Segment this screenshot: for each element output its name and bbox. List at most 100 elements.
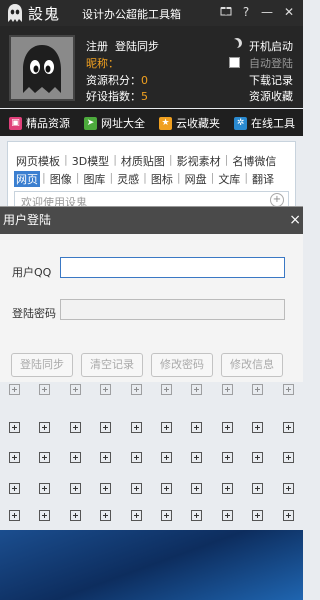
add-slot-icon[interactable] <box>9 452 20 463</box>
add-slot-icon[interactable] <box>252 483 263 494</box>
avatar[interactable] <box>9 35 75 101</box>
tab-library[interactable]: 文库 <box>216 171 242 187</box>
add-slot-icon[interactable] <box>252 452 263 463</box>
add-slot-icon[interactable] <box>252 422 263 433</box>
qq-input[interactable] <box>60 257 285 278</box>
tab-blogs[interactable]: 名博微信 <box>230 153 278 169</box>
add-slot-icon[interactable] <box>191 483 202 494</box>
add-slot-icon[interactable] <box>222 422 233 433</box>
add-slot-icon[interactable] <box>70 384 81 395</box>
points-value: 0 <box>141 74 148 87</box>
password-label: 登陆密码 <box>12 307 56 320</box>
add-slot-icon[interactable] <box>131 384 142 395</box>
add-slot-icon[interactable] <box>9 510 20 521</box>
add-slot-icon[interactable] <box>70 422 81 433</box>
tab-video-assets[interactable]: 影视素材 <box>175 153 223 169</box>
nav-cloud-favorites[interactable]: ★ 云收藏夹 <box>159 115 220 131</box>
gift-icon[interactable] <box>218 4 234 20</box>
resource-favorites-link[interactable]: 资源收藏 <box>249 88 293 104</box>
add-slot-icon[interactable] <box>222 384 233 395</box>
gear-icon: ✲ <box>234 116 247 130</box>
score-value: 5 <box>141 90 148 103</box>
dialog-close-button[interactable]: × <box>289 207 301 234</box>
add-icon[interactable]: + <box>270 193 284 207</box>
add-slot-icon[interactable] <box>39 483 50 494</box>
tab-gallery[interactable]: 图库 <box>81 171 107 187</box>
add-slot-icon[interactable] <box>9 384 20 395</box>
tab-3d-models[interactable]: 3D模型 <box>70 153 111 169</box>
main-nav: ▣ 精品资源 ➤ 网址大全 ★ 云收藏夹 ✲ 在线工具 <box>0 109 303 136</box>
add-slot-icon[interactable] <box>191 452 202 463</box>
add-slot-icon[interactable] <box>222 452 233 463</box>
add-slot-icon[interactable] <box>131 510 142 521</box>
add-slot-icon[interactable] <box>9 483 20 494</box>
add-slot-icon[interactable] <box>222 483 233 494</box>
add-slot-icon[interactable] <box>39 384 50 395</box>
paper-plane-icon: ➤ <box>84 116 97 130</box>
add-slot-icon[interactable] <box>161 384 172 395</box>
tab-netdisk[interactable]: 网盘 <box>183 171 209 187</box>
add-slot-icon[interactable] <box>283 483 294 494</box>
add-slot-icon[interactable] <box>39 452 50 463</box>
moon-icon <box>229 39 239 49</box>
background-image <box>0 530 303 600</box>
register-link[interactable]: 注册 <box>86 38 108 54</box>
add-slot-icon[interactable] <box>161 452 172 463</box>
star-icon: ★ <box>159 116 172 130</box>
minimize-button[interactable]: — <box>259 4 275 20</box>
add-slot-icon[interactable] <box>70 483 81 494</box>
login-sync-button[interactable]: 登陆同步 <box>11 353 73 377</box>
close-button[interactable]: ✕ <box>281 4 297 20</box>
add-slot-icon[interactable] <box>283 422 294 433</box>
add-slot-icon[interactable] <box>161 422 172 433</box>
tab-web-templates[interactable]: 网页模板 <box>14 153 62 169</box>
add-slot-icon[interactable] <box>70 452 81 463</box>
add-slot-icon[interactable] <box>100 384 111 395</box>
tab-images[interactable]: 图像 <box>48 171 74 187</box>
score-label: 好设指数：5 <box>86 90 148 103</box>
tab-translate[interactable]: 翻译 <box>250 171 276 187</box>
add-slot-icon[interactable] <box>252 384 263 395</box>
add-slot-icon[interactable] <box>191 510 202 521</box>
add-slot-icon[interactable] <box>161 510 172 521</box>
nav-url-directory[interactable]: ➤ 网址大全 <box>84 115 145 131</box>
tab-textures[interactable]: 材质贴图 <box>119 153 167 169</box>
add-slot-icon[interactable] <box>283 452 294 463</box>
tab-icons[interactable]: 图标 <box>149 171 175 187</box>
nav-premium-resources[interactable]: ▣ 精品资源 <box>9 115 70 131</box>
add-slot-icon[interactable] <box>161 483 172 494</box>
add-slot-icon[interactable] <box>100 452 111 463</box>
add-slot-icon[interactable] <box>252 510 263 521</box>
points-label: 资源积分：0 <box>86 74 148 87</box>
add-slot-icon[interactable] <box>9 422 20 433</box>
add-slot-icon[interactable] <box>39 510 50 521</box>
sync-login-link[interactable]: 登陆同步 <box>115 38 159 54</box>
change-password-button[interactable]: 修改密码 <box>151 353 213 377</box>
add-slot-icon[interactable] <box>191 384 202 395</box>
help-button[interactable]: ? <box>238 4 254 20</box>
add-slot-icon[interactable] <box>131 483 142 494</box>
startup-toggle[interactable]: 开机启动 <box>249 38 293 54</box>
add-slot-icon[interactable] <box>283 384 294 395</box>
tab-web[interactable]: 网页 <box>14 171 40 187</box>
add-slot-icon[interactable] <box>100 483 111 494</box>
add-slot-icon[interactable] <box>131 452 142 463</box>
tab-inspiration[interactable]: 灵感 <box>115 171 141 187</box>
change-info-button[interactable]: 修改信息 <box>221 353 283 377</box>
clear-records-button[interactable]: 清空记录 <box>81 353 143 377</box>
add-slot-icon[interactable] <box>283 510 294 521</box>
add-slot-icon[interactable] <box>131 422 142 433</box>
add-slot-icon[interactable] <box>100 510 111 521</box>
autologin-checkbox[interactable] <box>229 57 240 68</box>
add-slot-icon[interactable] <box>222 510 233 521</box>
autologin-label[interactable]: 自动登陆 <box>249 55 293 71</box>
add-slot-icon[interactable] <box>39 422 50 433</box>
add-slot-icon[interactable] <box>191 422 202 433</box>
download-history-link[interactable]: 下载记录 <box>249 72 293 88</box>
dialog-title: 用户登陆 <box>3 213 52 227</box>
password-input[interactable] <box>60 299 285 320</box>
add-slot-icon[interactable] <box>100 422 111 433</box>
add-slot-icon[interactable] <box>70 510 81 521</box>
nav-online-tools[interactable]: ✲ 在线工具 <box>234 115 295 131</box>
profile-panel: 注册 登陆同步 昵称： 资源积分：0 好设指数：5 开机启动 自动登陆 下载记录… <box>0 26 303 108</box>
